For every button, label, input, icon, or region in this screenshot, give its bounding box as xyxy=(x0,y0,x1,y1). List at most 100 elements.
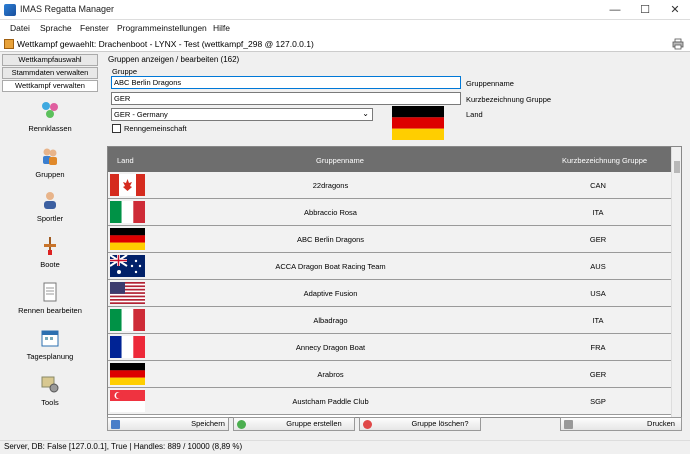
flag-icon xyxy=(110,363,145,385)
nav-gruppen[interactable]: Gruppen xyxy=(2,146,98,190)
flag-icon xyxy=(110,336,145,358)
nav-label: Gruppen xyxy=(35,170,65,179)
nav-label: Sportler xyxy=(36,214,64,223)
short-name-label: Kurzbezeichnung Gruppe xyxy=(466,95,552,104)
molecule-icon xyxy=(42,102,58,118)
table-header: Land Gruppenname Kurzbezeichnung Gruppe xyxy=(108,147,673,172)
table-row[interactable]: Adaptive Fusion USA xyxy=(108,280,673,307)
calendar-icon xyxy=(41,330,59,347)
create-button-label: Gruppe erstellen xyxy=(286,419,342,428)
minimize-button[interactable]: — xyxy=(600,0,630,20)
maximize-button[interactable]: ☐ xyxy=(630,0,660,20)
printer-icon xyxy=(564,420,573,429)
save-icon xyxy=(111,420,120,429)
group-name-cell: ACCA Dragon Boat Racing Team xyxy=(275,262,386,271)
app-icon xyxy=(4,4,16,16)
person-icon xyxy=(44,192,56,209)
renngemeinschaft-label: Renngemeinschaft xyxy=(124,124,187,133)
menu-fenster[interactable]: Fenster xyxy=(80,23,109,33)
short-code-cell: GER xyxy=(589,370,607,379)
short-code-cell: FRA xyxy=(590,343,606,352)
group-name-cell: 22dragons xyxy=(312,181,349,190)
status-bar: Server, DB: False [127.0.0.1], True | Ha… xyxy=(0,440,690,454)
save-button[interactable]: Speichern xyxy=(107,417,229,431)
nav-rennen-bearbeiten[interactable]: Rennen bearbeiten xyxy=(2,282,98,326)
table-row[interactable]: Abbraccio Rosa ITA xyxy=(108,199,673,226)
menu-sprache[interactable]: Sprache xyxy=(40,23,72,33)
table-row[interactable]: ACCA Dragon Boat Racing Team AUS xyxy=(108,253,673,280)
group-name-cell: Arabros xyxy=(317,370,344,379)
short-code-cell: USA xyxy=(590,289,606,298)
table-row[interactable]: 22dragons CAN xyxy=(108,172,673,199)
table-row[interactable]: Annecy Dragon Boat FRA xyxy=(108,334,673,361)
nav-label: Rennen bearbeiten xyxy=(18,306,82,315)
short-name-input[interactable]: GER xyxy=(111,92,461,105)
country-label: Land xyxy=(466,110,483,119)
group-name-cell: ABC Berlin Dragons xyxy=(296,235,365,244)
short-code-cell: SGP xyxy=(590,397,606,406)
selected-country-flag xyxy=(392,106,444,140)
nav-sportler[interactable]: Sportler xyxy=(2,190,98,234)
menu-bar: Datei Sprache Fenster Programmeinstellun… xyxy=(0,20,690,36)
print-button-label: Drucken xyxy=(647,419,675,428)
nav-label: Rennklassen xyxy=(28,124,72,133)
country-select-value: GER - Germany xyxy=(114,110,168,119)
tab-wettkampfauswahl[interactable]: Wettkampfauswahl xyxy=(2,54,98,66)
nav-tagesplanung[interactable]: Tagesplanung xyxy=(2,328,98,372)
short-code-cell: ITA xyxy=(592,208,604,217)
short-code-cell: GER xyxy=(589,235,607,244)
group-name-input[interactable]: ABC Berlin Dragons xyxy=(111,76,461,89)
competition-context: Wettkampf gewaehlt: Drachenboot - LYNX -… xyxy=(17,39,314,49)
delete-button-label: Gruppe löschen? xyxy=(411,419,469,428)
short-code-cell: ITA xyxy=(592,316,604,325)
group-name-cell: Albadrago xyxy=(313,316,348,325)
nav-rennklassen[interactable]: Rennklassen xyxy=(2,100,98,144)
flag-icon xyxy=(110,201,145,223)
title-bar: IMAS Regatta Manager — ☐ ✕ xyxy=(0,0,690,20)
table-row[interactable]: Austcham Paddle Club SGP xyxy=(108,388,673,415)
menu-programmeinstellungen[interactable]: Programmeinstellungen xyxy=(117,23,207,33)
table-row[interactable]: Arabros GER xyxy=(108,361,673,388)
plus-icon xyxy=(237,420,246,429)
nav-tools[interactable]: Tools xyxy=(2,374,98,418)
nav-label: Boote xyxy=(40,260,60,269)
column-header-gruppenname[interactable]: Gruppenname xyxy=(316,156,364,165)
paddle-icon xyxy=(44,237,56,255)
tab-wettkampf-verwalten[interactable]: Wettkampf verwalten xyxy=(2,80,98,92)
group-icon xyxy=(43,148,57,165)
nav-label: Tools xyxy=(41,398,59,407)
tab-stammdaten[interactable]: Stammdaten verwalten xyxy=(2,67,98,79)
short-code-cell: AUS xyxy=(590,262,606,271)
group-name-cell: Annecy Dragon Boat xyxy=(295,343,366,352)
table-scrollbar[interactable] xyxy=(671,147,681,417)
menu-datei[interactable]: Datei xyxy=(10,23,30,33)
column-header-kurzbezeichnung[interactable]: Kurzbezeichnung Gruppe xyxy=(562,156,647,165)
flag-icon xyxy=(110,390,145,412)
renngemeinschaft-checkbox[interactable] xyxy=(112,124,121,133)
close-button[interactable]: ✕ xyxy=(660,0,690,20)
minus-icon xyxy=(363,420,372,429)
country-select[interactable]: GER - Germany ⌄ xyxy=(111,108,373,121)
group-name-cell: Adaptive Fusion xyxy=(303,289,358,298)
table-row[interactable]: Albadrago ITA xyxy=(108,307,673,334)
document-icon xyxy=(43,282,57,302)
print-button[interactable]: Drucken xyxy=(560,417,682,431)
short-code-cell: CAN xyxy=(590,181,606,190)
printer-icon[interactable] xyxy=(672,38,684,50)
column-header-land[interactable]: Land xyxy=(117,156,134,165)
window-title: IMAS Regatta Manager xyxy=(20,4,115,14)
chevron-down-icon: ⌄ xyxy=(362,109,369,118)
main-panel: Gruppen anzeigen / bearbeiten (162) Grup… xyxy=(104,54,688,438)
menu-hilfe[interactable]: Hilfe xyxy=(213,23,230,33)
sidebar: Wettkampfauswahl Stammdaten verwalten We… xyxy=(2,54,100,438)
table-row[interactable]: ABC Berlin Dragons GER xyxy=(108,226,673,253)
delete-group-button[interactable]: Gruppe löschen? xyxy=(359,417,481,431)
competition-icon xyxy=(4,39,14,49)
context-bar: Wettkampf gewaehlt: Drachenboot - LYNX -… xyxy=(0,36,690,52)
scrollbar-thumb[interactable] xyxy=(674,161,680,173)
flag-icon xyxy=(110,282,145,304)
create-group-button[interactable]: Gruppe erstellen xyxy=(233,417,355,431)
nav-boote[interactable]: Boote xyxy=(2,236,98,280)
group-name-cell: Abbraccio Rosa xyxy=(304,208,357,217)
section-title: Gruppen anzeigen / bearbeiten (162) xyxy=(108,55,240,64)
